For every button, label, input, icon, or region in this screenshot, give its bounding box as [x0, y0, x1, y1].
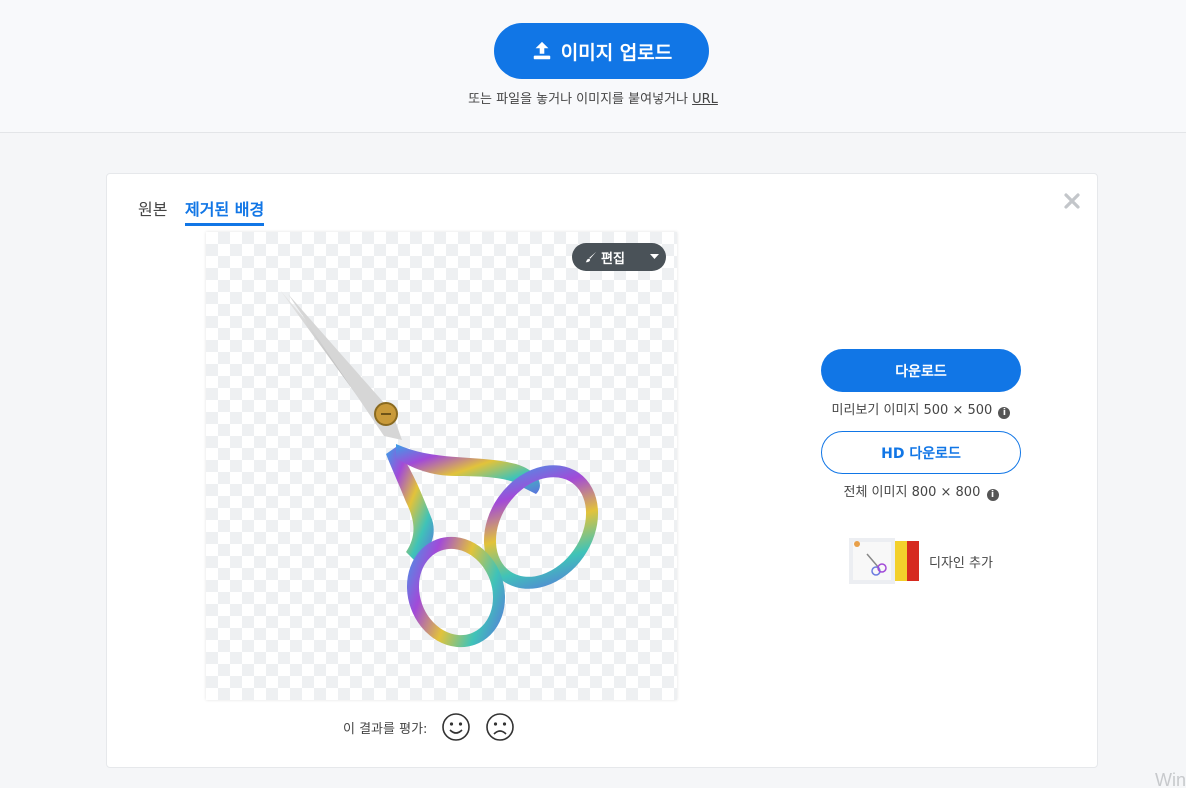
full-size-text: 전체 이미지 800 × 800: [843, 485, 981, 500]
upload-header: 이미지 업로드 또는 파일을 놓거나 이미지를 붙여넣거나 URL: [0, 0, 1186, 133]
scissors-image: [280, 290, 599, 648]
drop-hint: 또는 파일을 놓거나 이미지를 붙여넣거나 URL: [0, 88, 1186, 107]
tab-original[interactable]: 원본: [138, 196, 167, 223]
url-link[interactable]: URL: [692, 92, 718, 107]
upload-image-label: 이미지 업로드: [560, 41, 673, 64]
edit-main-button[interactable]: 편집: [572, 243, 642, 271]
brush-icon: [585, 251, 597, 263]
download-button[interactable]: 다운로드: [821, 349, 1021, 392]
rating-row: 이 결과를 평가:: [343, 711, 515, 743]
add-design-label: 디자인 추가: [929, 555, 993, 571]
info-icon[interactable]: i: [998, 407, 1011, 419]
upload-icon: [533, 41, 550, 60]
drop-hint-text: 또는 파일을 놓거나 이미지를 붙여넣거나: [468, 92, 688, 107]
caret-down-icon: [649, 254, 659, 259]
full-size-caption: 전체 이미지 800 × 800 i: [807, 481, 1035, 501]
hd-download-button[interactable]: HD 다운로드: [821, 431, 1021, 474]
edit-label: 편집: [601, 251, 625, 267]
upload-image-button[interactable]: 이미지 업로드: [494, 23, 709, 79]
preview-size-text: 미리보기 이미지 500 × 500: [831, 403, 993, 418]
edit-button[interactable]: 편집: [572, 243, 666, 271]
preview-size-caption: 미리보기 이미지 500 × 500 i: [807, 399, 1035, 419]
result-card: 원본 제거된 배경 편집 이 결과를 평가: 다운로드 미리보기 이미지 500…: [106, 173, 1098, 768]
add-design-button[interactable]: 디자인 추가: [849, 538, 993, 584]
smile-icon[interactable]: [441, 712, 471, 742]
tab-removed-background[interactable]: 제거된 배경: [185, 196, 265, 226]
close-icon[interactable]: [1063, 192, 1081, 210]
frown-icon[interactable]: [485, 712, 515, 742]
os-watermark: Win: [1155, 770, 1186, 788]
info-icon[interactable]: i: [986, 489, 999, 501]
result-preview[interactable]: 편집: [206, 232, 677, 700]
edit-dropdown-toggle[interactable]: [642, 243, 666, 271]
rating-prompt: 이 결과를 평가:: [343, 721, 428, 737]
design-thumbnail: [849, 538, 919, 584]
